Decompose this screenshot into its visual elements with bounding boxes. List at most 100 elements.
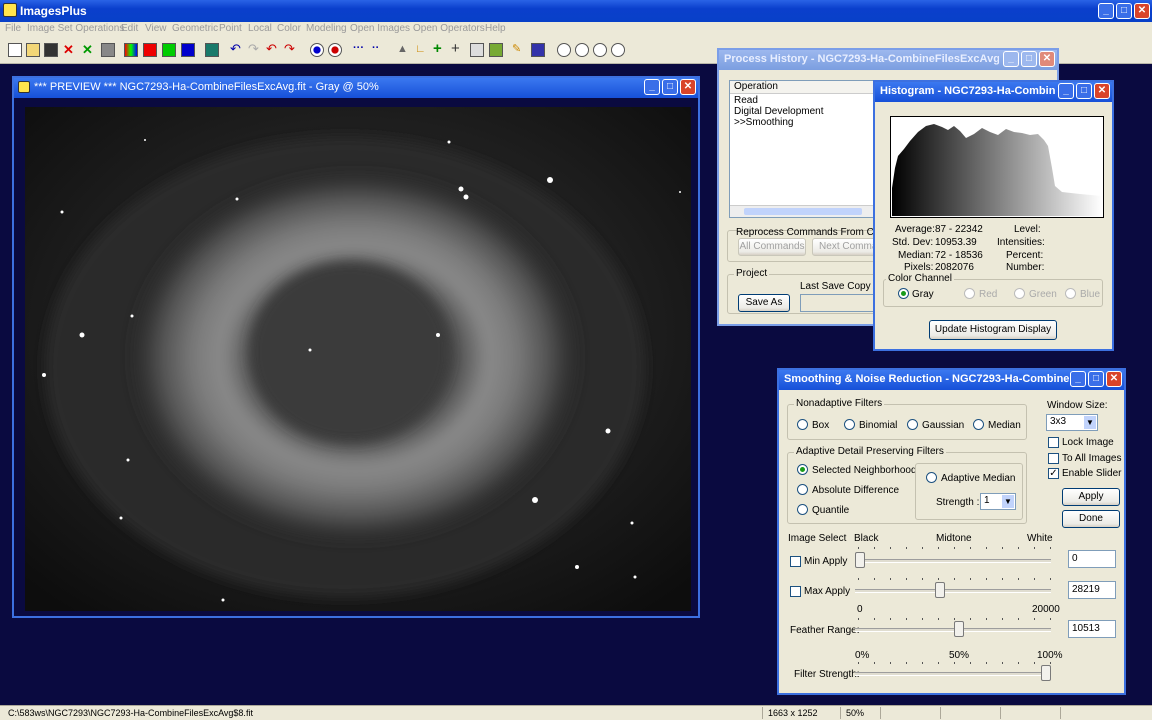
adaptive-median-radio[interactable]	[926, 472, 937, 483]
box-filter-radio[interactable]	[797, 419, 808, 430]
process-history-maximize-button[interactable]: □	[1021, 51, 1037, 67]
red-channel-icon[interactable]	[143, 43, 157, 57]
scrollbar-thumb[interactable]	[744, 208, 862, 215]
blue-channel-icon[interactable]	[181, 43, 195, 57]
histogram-minimize-button[interactable]: _	[1058, 83, 1074, 99]
close-all-icon[interactable]: ✕	[82, 43, 96, 57]
channel-red-radio[interactable]	[964, 288, 975, 299]
preview-maximize-button[interactable]: □	[662, 79, 678, 95]
menu-file[interactable]: File	[5, 23, 21, 34]
channel-gray-radio[interactable]	[898, 288, 909, 299]
undo-icon[interactable]: ↶	[230, 42, 244, 57]
open-folder-icon[interactable]	[26, 43, 40, 57]
update-histogram-button[interactable]: Update Histogram Display	[929, 320, 1057, 340]
min-value-field[interactable]: 0	[1068, 550, 1116, 568]
dotted-line-icon[interactable]: ··	[372, 43, 386, 57]
menu-open-images[interactable]: Open Images	[350, 23, 410, 34]
undo-all-icon[interactable]: ↶	[266, 42, 280, 57]
channel-green-radio[interactable]	[1014, 288, 1025, 299]
zoom-fit-icon[interactable]	[593, 43, 607, 57]
smoothing-close-button[interactable]: ✕	[1106, 371, 1122, 387]
binomial-filter-radio[interactable]	[844, 419, 855, 430]
chevron-down-icon[interactable]: ▼	[1084, 416, 1096, 429]
new-file-icon[interactable]	[8, 43, 22, 57]
filter-strength-thumb[interactable]	[1041, 665, 1051, 681]
done-button[interactable]: Done	[1062, 510, 1120, 528]
app-minimize-button[interactable]: _	[1098, 3, 1114, 19]
window-icon[interactable]	[101, 43, 115, 57]
triangle-icon[interactable]: ▲	[397, 43, 411, 57]
chevron-down-icon[interactable]: ▼	[1002, 495, 1014, 508]
smoothing-maximize-button[interactable]: □	[1088, 371, 1104, 387]
blank-icon[interactable]	[470, 43, 484, 57]
zoom-out-icon[interactable]	[575, 43, 589, 57]
table-icon[interactable]	[531, 43, 545, 57]
chart-icon[interactable]	[489, 43, 503, 57]
save-icon[interactable]	[44, 43, 58, 57]
operations-list[interactable]: Operation Read Digital Development >>Smo…	[729, 80, 889, 218]
rgb-icon[interactable]	[124, 43, 138, 57]
green-channel-icon[interactable]	[162, 43, 176, 57]
window-size-select[interactable]: 3x3 ▼	[1046, 414, 1098, 431]
process-history-close-button[interactable]: ✕	[1039, 51, 1055, 67]
menu-image-set-operations[interactable]: Image Set Operations	[27, 23, 124, 34]
apply-button[interactable]: Apply	[1062, 488, 1120, 506]
feather-slider-thumb[interactable]	[953, 621, 964, 637]
quantile-radio[interactable]	[797, 504, 808, 515]
menu-local[interactable]: Local	[248, 23, 272, 34]
max-slider-thumb[interactable]	[934, 582, 945, 598]
nebula-image[interactable]	[25, 107, 691, 611]
menu-modeling[interactable]: Modeling	[306, 23, 347, 34]
min-slider-track[interactable]	[855, 559, 1051, 563]
operation-item[interactable]: Digital Development	[734, 106, 824, 117]
menu-point[interactable]: Point	[219, 23, 242, 34]
absolute-difference-radio[interactable]	[797, 484, 808, 495]
select-icon[interactable]	[310, 43, 324, 57]
to-all-images-checkbox[interactable]	[1048, 453, 1059, 464]
min-slider-thumb[interactable]	[855, 552, 865, 568]
max-apply-checkbox[interactable]	[790, 586, 801, 597]
redo-all-icon[interactable]: ↷	[284, 42, 298, 57]
menu-edit[interactable]: Edit	[121, 23, 138, 34]
menu-open-operators[interactable]: Open Operators	[413, 23, 485, 34]
selected-neighborhood-radio[interactable]	[797, 464, 808, 475]
operation-item[interactable]: >>Smoothing	[734, 117, 794, 128]
zoom-in-icon[interactable]	[557, 43, 571, 57]
gaussian-filter-radio[interactable]	[907, 419, 918, 430]
preview-minimize-button[interactable]: _	[644, 79, 660, 95]
line-icon[interactable]: ···	[353, 43, 367, 57]
smoothing-minimize-button[interactable]: _	[1070, 371, 1086, 387]
menu-geometric[interactable]: Geometric	[172, 23, 218, 34]
close-image-icon[interactable]: ✕	[63, 43, 77, 57]
lock-image-checkbox[interactable]	[1048, 437, 1059, 448]
zoom-actual-icon[interactable]	[611, 43, 625, 57]
corner-icon[interactable]: ∟	[415, 43, 429, 57]
operation-item[interactable]: Read	[734, 95, 758, 106]
grid-icon[interactable]	[205, 43, 219, 57]
feather-value-field[interactable]: 10513	[1068, 620, 1116, 638]
ellipse-icon[interactable]	[328, 43, 342, 57]
menu-color[interactable]: Color	[277, 23, 301, 34]
menu-view[interactable]: View	[145, 23, 167, 34]
channel-blue-radio[interactable]	[1065, 288, 1076, 299]
operation-column-header[interactable]: Operation	[730, 81, 888, 94]
preview-close-button[interactable]: ✕	[680, 79, 696, 95]
crosshair-icon[interactable]: +	[451, 41, 465, 57]
strength-select[interactable]: 1 ▼	[980, 493, 1016, 510]
app-close-button[interactable]: ✕	[1134, 3, 1150, 19]
add-icon[interactable]: +	[433, 41, 447, 57]
filter-strength-track[interactable]	[855, 672, 1051, 676]
histogram-maximize-button[interactable]: □	[1076, 83, 1092, 99]
pencil-icon[interactable]: ✎	[512, 43, 526, 57]
histogram-close-button[interactable]: ✕	[1094, 83, 1110, 99]
redo-icon[interactable]: ↷	[248, 42, 262, 57]
save-as-button[interactable]: Save As	[738, 294, 790, 312]
app-maximize-button[interactable]: □	[1116, 3, 1132, 19]
process-history-minimize-button[interactable]: _	[1003, 51, 1019, 67]
enable-slider-checkbox[interactable]: ✓	[1048, 468, 1059, 479]
menu-help[interactable]: Help	[485, 23, 506, 34]
max-slider-track[interactable]	[855, 589, 1051, 593]
all-commands-button[interactable]: All Commands	[738, 238, 806, 256]
histogram-plot[interactable]	[890, 116, 1104, 218]
median-filter-radio[interactable]	[973, 419, 984, 430]
